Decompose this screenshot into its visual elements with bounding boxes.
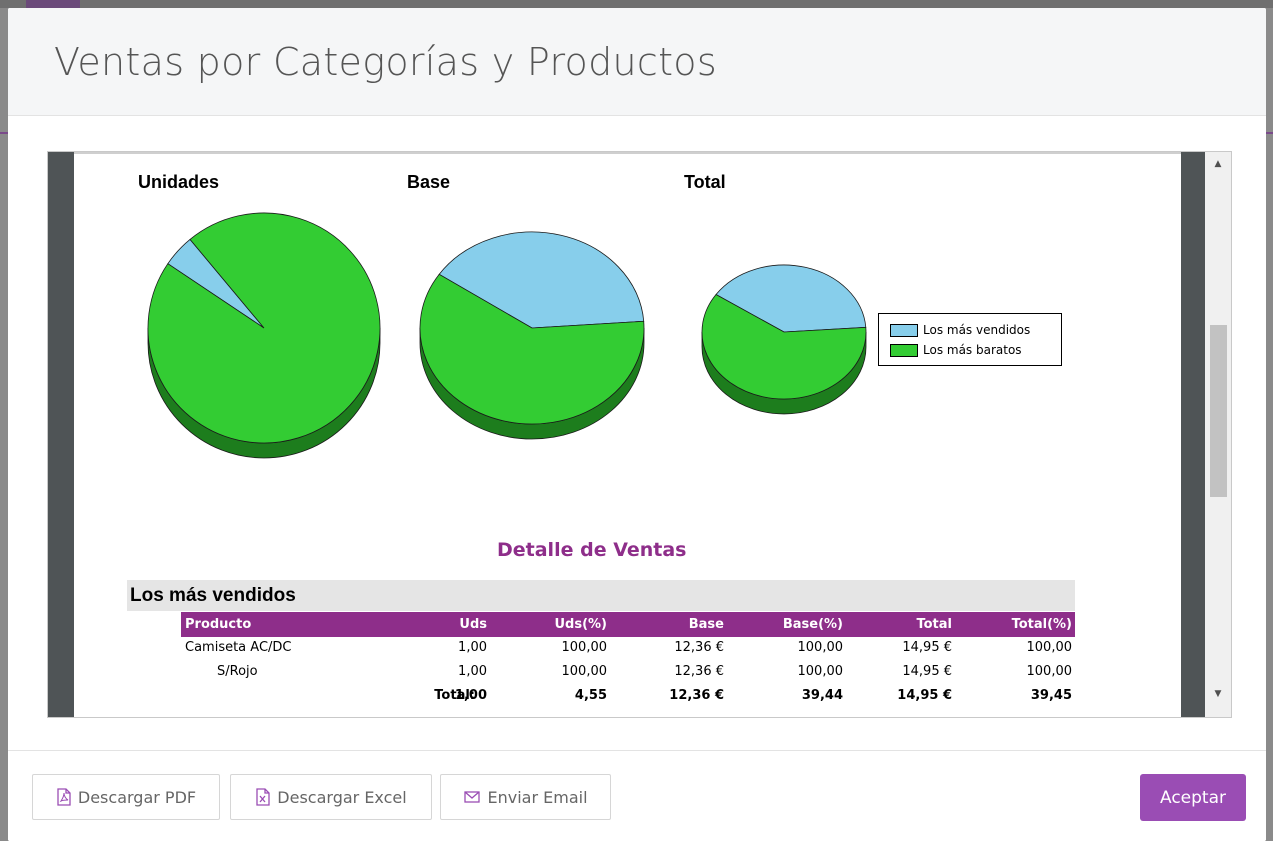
table-cell: 100,00 (797, 664, 844, 679)
send-email-label: Enviar Email (487, 787, 588, 807)
report-viewer[interactable]: Unidades Base Total Los más vendidos Los… (47, 151, 1232, 718)
accept-button[interactable]: Aceptar (1140, 774, 1246, 821)
download-pdf-button[interactable]: Descargar PDF (32, 774, 220, 820)
scrollbar-thumb[interactable] (1210, 325, 1227, 497)
column-header: Uds(%) (554, 617, 607, 632)
background-toolbar (0, 0, 1273, 8)
vertical-scrollbar[interactable]: ▲ ▼ (1205, 152, 1231, 717)
table-cell: 1,00 (454, 688, 487, 703)
group-header: Los más vendidos (127, 580, 1075, 611)
legend-item: Los más vendidos (890, 322, 1030, 338)
column-header: Base(%) (782, 617, 843, 632)
download-excel-button[interactable]: Descargar Excel (230, 774, 432, 820)
table-cell: 39,44 (801, 688, 843, 703)
table-cell: 14,95 € (902, 664, 952, 679)
column-header: Total (916, 617, 952, 632)
table-cell: 1,00 (458, 640, 487, 655)
table-header: Producto Uds Uds(%) Base Base(%) Total T… (181, 612, 1075, 637)
column-header: Producto (185, 617, 252, 632)
modal-footer: Descargar PDF Descargar Excel Enviar Ema… (8, 750, 1266, 841)
table-total-row: Total: 1,00 4,55 12,36 € 39,44 14,95 € 3… (181, 685, 1075, 708)
file-excel-icon (256, 788, 270, 806)
send-email-button[interactable]: Enviar Email (440, 774, 611, 820)
table-row: Camiseta AC/DC 1,00 100,00 12,36 € 100,0… (181, 637, 1075, 660)
download-pdf-label: Descargar PDF (77, 787, 197, 807)
table-row: S/Rojo 1,00 100,00 12,36 € 100,00 14,95 … (181, 661, 1075, 684)
legend-swatch-vendidos (890, 323, 918, 337)
triangle-up-icon[interactable]: ▲ (1205, 154, 1231, 174)
legend-label: Los más baratos (923, 343, 1022, 357)
modal-body: Unidades Base Total Los más vendidos Los… (8, 116, 1266, 750)
viewer-margin-left (48, 152, 74, 717)
table-cell: 100,00 (1026, 664, 1073, 679)
file-pdf-icon (57, 788, 71, 806)
table-cell: 12,36 € (674, 640, 724, 655)
envelope-icon (464, 791, 481, 803)
table-cell: S/Rojo (217, 664, 258, 679)
table-cell: 39,45 (1030, 688, 1072, 703)
background-thumbnail (26, 0, 80, 8)
column-header: Total(%) (1011, 617, 1072, 632)
group-label: Los más vendidos (130, 585, 296, 606)
background-accent-line (0, 132, 8, 134)
legend-swatch-baratos (890, 343, 918, 357)
legend-label: Los más vendidos (923, 323, 1031, 337)
column-header: Base (688, 617, 724, 632)
triangle-down-icon[interactable]: ▼ (1205, 684, 1231, 704)
table-cell: 100,00 (1026, 640, 1073, 655)
modal-header: Ventas por Categorías y Productos (8, 8, 1266, 116)
viewer-margin-right (1181, 152, 1205, 717)
table-cell: 100,00 (561, 664, 608, 679)
column-header: Uds (459, 617, 487, 632)
table-cell: Camiseta AC/DC (185, 640, 292, 655)
table-cell: 4,55 (574, 688, 607, 703)
chart-legend: Los más vendidos Los más baratos (878, 313, 1062, 366)
table-cell: 12,36 € (674, 664, 724, 679)
table-cell: 14,95 € (897, 688, 952, 703)
table-cell: 1,00 (458, 664, 487, 679)
legend-item: Los más baratos (890, 342, 1022, 358)
section-title: Detalle de Ventas (497, 539, 687, 561)
background-accent-line (1265, 132, 1273, 134)
table-cell: 14,95 € (902, 640, 952, 655)
table-cell: 12,36 € (669, 688, 724, 703)
modal-title: Ventas por Categorías y Productos (54, 40, 717, 84)
table-cell: 100,00 (561, 640, 608, 655)
download-excel-label: Descargar Excel (277, 787, 407, 807)
table-cell: 100,00 (797, 640, 844, 655)
report-modal: Ventas por Categorías y Productos Unidad… (8, 8, 1266, 841)
report-page: Unidades Base Total Los más vendidos Los… (74, 154, 1181, 717)
